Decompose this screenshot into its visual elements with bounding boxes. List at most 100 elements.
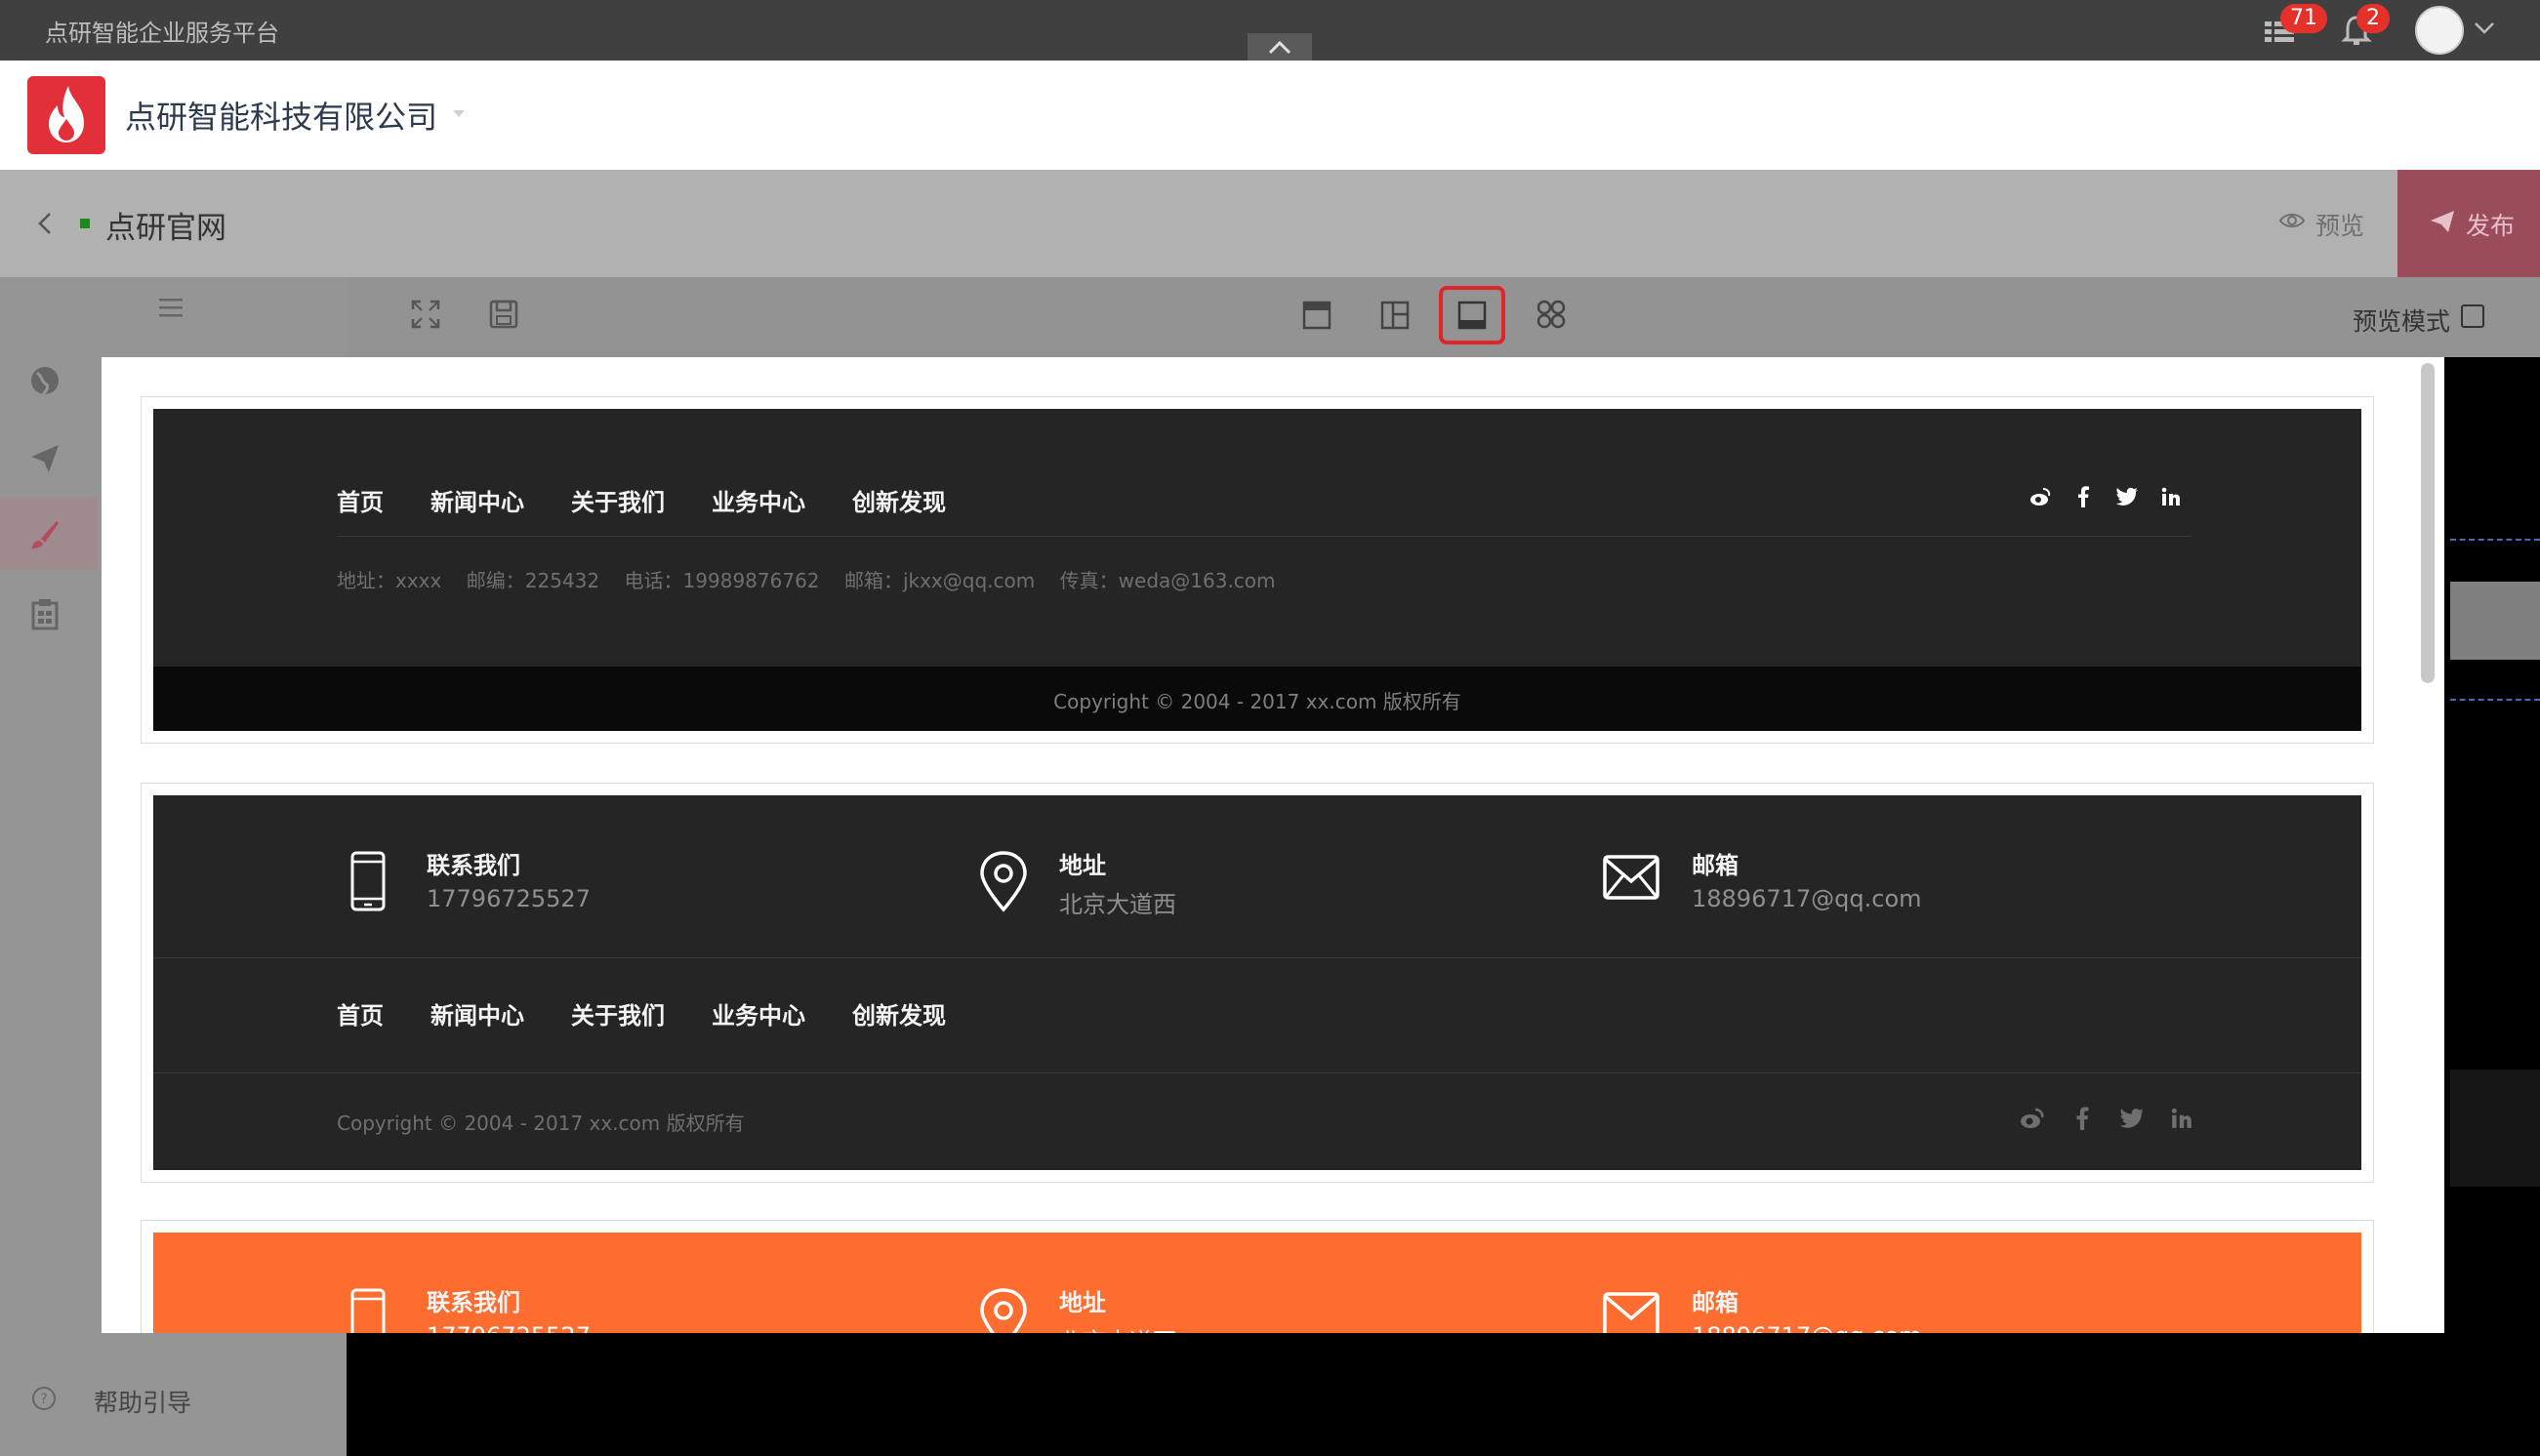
chevron-left-icon	[38, 213, 51, 234]
platform-title: 点研智能企业服务平台	[45, 20, 279, 47]
preview-button[interactable]	[2278, 209, 2306, 232]
menu-icon	[159, 299, 183, 317]
footer-nav-item[interactable]: 新闻中心	[430, 996, 524, 1031]
company-logo	[27, 76, 105, 154]
footer-copyright: Copyright © 2004 - 2017 xx.com 版权所有	[1053, 690, 1461, 713]
footer-divider	[153, 957, 2361, 958]
messages-badge: 71	[2280, 4, 2327, 33]
footer-info-line: 地址：xxxx 邮编：225432 电话：19989876762 邮箱：jkxx…	[337, 569, 1276, 592]
globe-icon	[31, 367, 59, 396]
footer-nav-item[interactable]: 关于我们	[571, 483, 665, 517]
back-button[interactable]	[35, 209, 55, 238]
sidebar-toggle[interactable]	[158, 297, 184, 318]
footer-copyright: Copyright © 2004 - 2017 xx.com 版权所有	[337, 1112, 745, 1135]
contact-title: 联系我们	[427, 1289, 520, 1316]
avatar[interactable]	[2415, 6, 2464, 55]
footer-divider	[153, 1072, 2361, 1073]
contact-value: 17796725527	[427, 1322, 591, 1333]
location-pin-icon	[980, 1288, 1027, 1333]
preview-label[interactable]: 预览	[2315, 207, 2364, 242]
footer-nav: 首页 新闻中心 关于我们 业务中心 创新发现	[337, 996, 946, 1031]
envelope-icon	[1603, 1292, 1659, 1333]
site-bar	[0, 170, 2540, 277]
twitter-icon[interactable]	[2119, 1107, 2145, 1130]
linkedin-icon[interactable]	[2160, 486, 2182, 507]
twitter-icon[interactable]	[2115, 486, 2139, 507]
save-button[interactable]	[488, 299, 519, 330]
footer-template-card-1[interactable]: 首页 新闻中心 关于我们 业务中心 创新发现 地址：xxxx 邮编：225432…	[141, 396, 2374, 744]
footer-bottom-bar: Copyright © 2004 - 2017 xx.com 版权所有	[153, 667, 2361, 731]
email-value: 18896717@qq.com	[1692, 1322, 1922, 1333]
eye-icon	[2278, 214, 2306, 227]
footer-nav-item[interactable]: 业务中心	[712, 996, 805, 1031]
header-template-button[interactable]	[1302, 301, 1331, 330]
footer-nav-item[interactable]: 创新发现	[852, 996, 946, 1031]
facebook-icon[interactable]	[2072, 485, 2094, 508]
sidebar-item-site[interactable]	[27, 363, 62, 398]
site-name: 点研官网	[105, 211, 226, 246]
clipboard-icon	[31, 599, 59, 630]
help-guide-link[interactable]: 帮助引导	[94, 1384, 191, 1419]
component-template-button[interactable]	[1536, 299, 1567, 330]
footer-layout-icon	[1457, 301, 1487, 330]
sidebar-item-publish[interactable]	[27, 441, 62, 476]
footer-nav-item[interactable]: 创新发现	[852, 483, 946, 517]
company-switch-toggle[interactable]	[451, 107, 467, 119]
site-status-dot	[80, 219, 90, 228]
email-title: 邮箱	[1692, 852, 1739, 879]
phone-icon	[350, 851, 386, 911]
footer-nav-item[interactable]: 首页	[337, 996, 384, 1031]
notifications-badge: 2	[2356, 4, 2390, 33]
grid-icon	[1536, 300, 1566, 329]
social-links	[2029, 485, 2182, 508]
footer-nav-item[interactable]: 业务中心	[712, 483, 805, 517]
user-menu-toggle[interactable]	[2474, 20, 2495, 35]
footer-nav: 首页 新闻中心 关于我们 业务中心 创新发现	[337, 483, 946, 517]
email-value: 18896717@qq.com	[1692, 885, 1922, 912]
collapse-header-button[interactable]	[1248, 33, 1312, 61]
chevron-up-icon	[1268, 40, 1291, 55]
contact-value: 17796725527	[427, 885, 591, 912]
publish-label[interactable]: 发布	[2466, 207, 2515, 242]
sidebar-item-pages[interactable]	[27, 597, 62, 632]
preview-mode-checkbox[interactable]	[2461, 304, 2484, 328]
footer-template-card-2[interactable]: 联系我们 17796725527 地址 北京大道西 邮箱 18896717@qq…	[141, 783, 2374, 1183]
fullscreen-button[interactable]	[410, 299, 441, 330]
modal-scrollbar[interactable]	[2421, 363, 2435, 683]
facebook-icon[interactable]	[2070, 1106, 2094, 1131]
chevron-down-icon	[2475, 22, 2494, 34]
weibo-icon[interactable]	[2020, 1107, 2045, 1130]
header-layout-icon	[1302, 301, 1331, 330]
weibo-icon[interactable]	[2029, 486, 2051, 507]
social-links	[2020, 1106, 2193, 1131]
caret-down-icon	[453, 110, 465, 117]
help-icon: ?	[31, 1386, 57, 1411]
save-icon	[489, 300, 518, 329]
layout-template-button[interactable]	[1380, 301, 1410, 330]
footer-template-modal: 首页 新闻中心 关于我们 业务中心 创新发现 地址：xxxx 邮编：225432…	[102, 357, 2444, 1333]
linkedin-icon[interactable]	[2170, 1107, 2193, 1130]
company-name[interactable]: 点研智能科技有限公司	[125, 93, 437, 138]
fullscreen-icon	[411, 300, 440, 329]
address-title: 地址	[1059, 852, 1106, 879]
location-pin-icon	[980, 851, 1027, 912]
envelope-icon	[1603, 855, 1659, 900]
send-icon	[2429, 209, 2456, 234]
footer-divider	[337, 536, 2192, 537]
split-layout-icon	[1380, 301, 1410, 330]
send-icon	[31, 445, 59, 472]
footer-nav-item[interactable]: 首页	[337, 483, 384, 517]
footer-nav-item[interactable]: 关于我们	[571, 996, 665, 1031]
contact-title: 联系我们	[427, 852, 520, 879]
address-value: 北京大道西	[1059, 891, 1176, 918]
email-title: 邮箱	[1692, 1289, 1739, 1316]
address-title: 地址	[1059, 1289, 1106, 1316]
phone-icon	[350, 1288, 386, 1333]
address-value: 北京大道西	[1059, 1322, 1176, 1333]
footer-nav-item[interactable]: 新闻中心	[430, 483, 524, 517]
footer-template-card-3[interactable]: 联系我们 17796725527 地址 北京大道西 邮箱 18896717@qq…	[141, 1220, 2374, 1333]
preview-mode-label: 预览模式	[2353, 307, 2451, 336]
svg-text:?: ?	[40, 1392, 47, 1407]
brush-icon	[27, 517, 62, 552]
flame-icon	[49, 86, 84, 142]
